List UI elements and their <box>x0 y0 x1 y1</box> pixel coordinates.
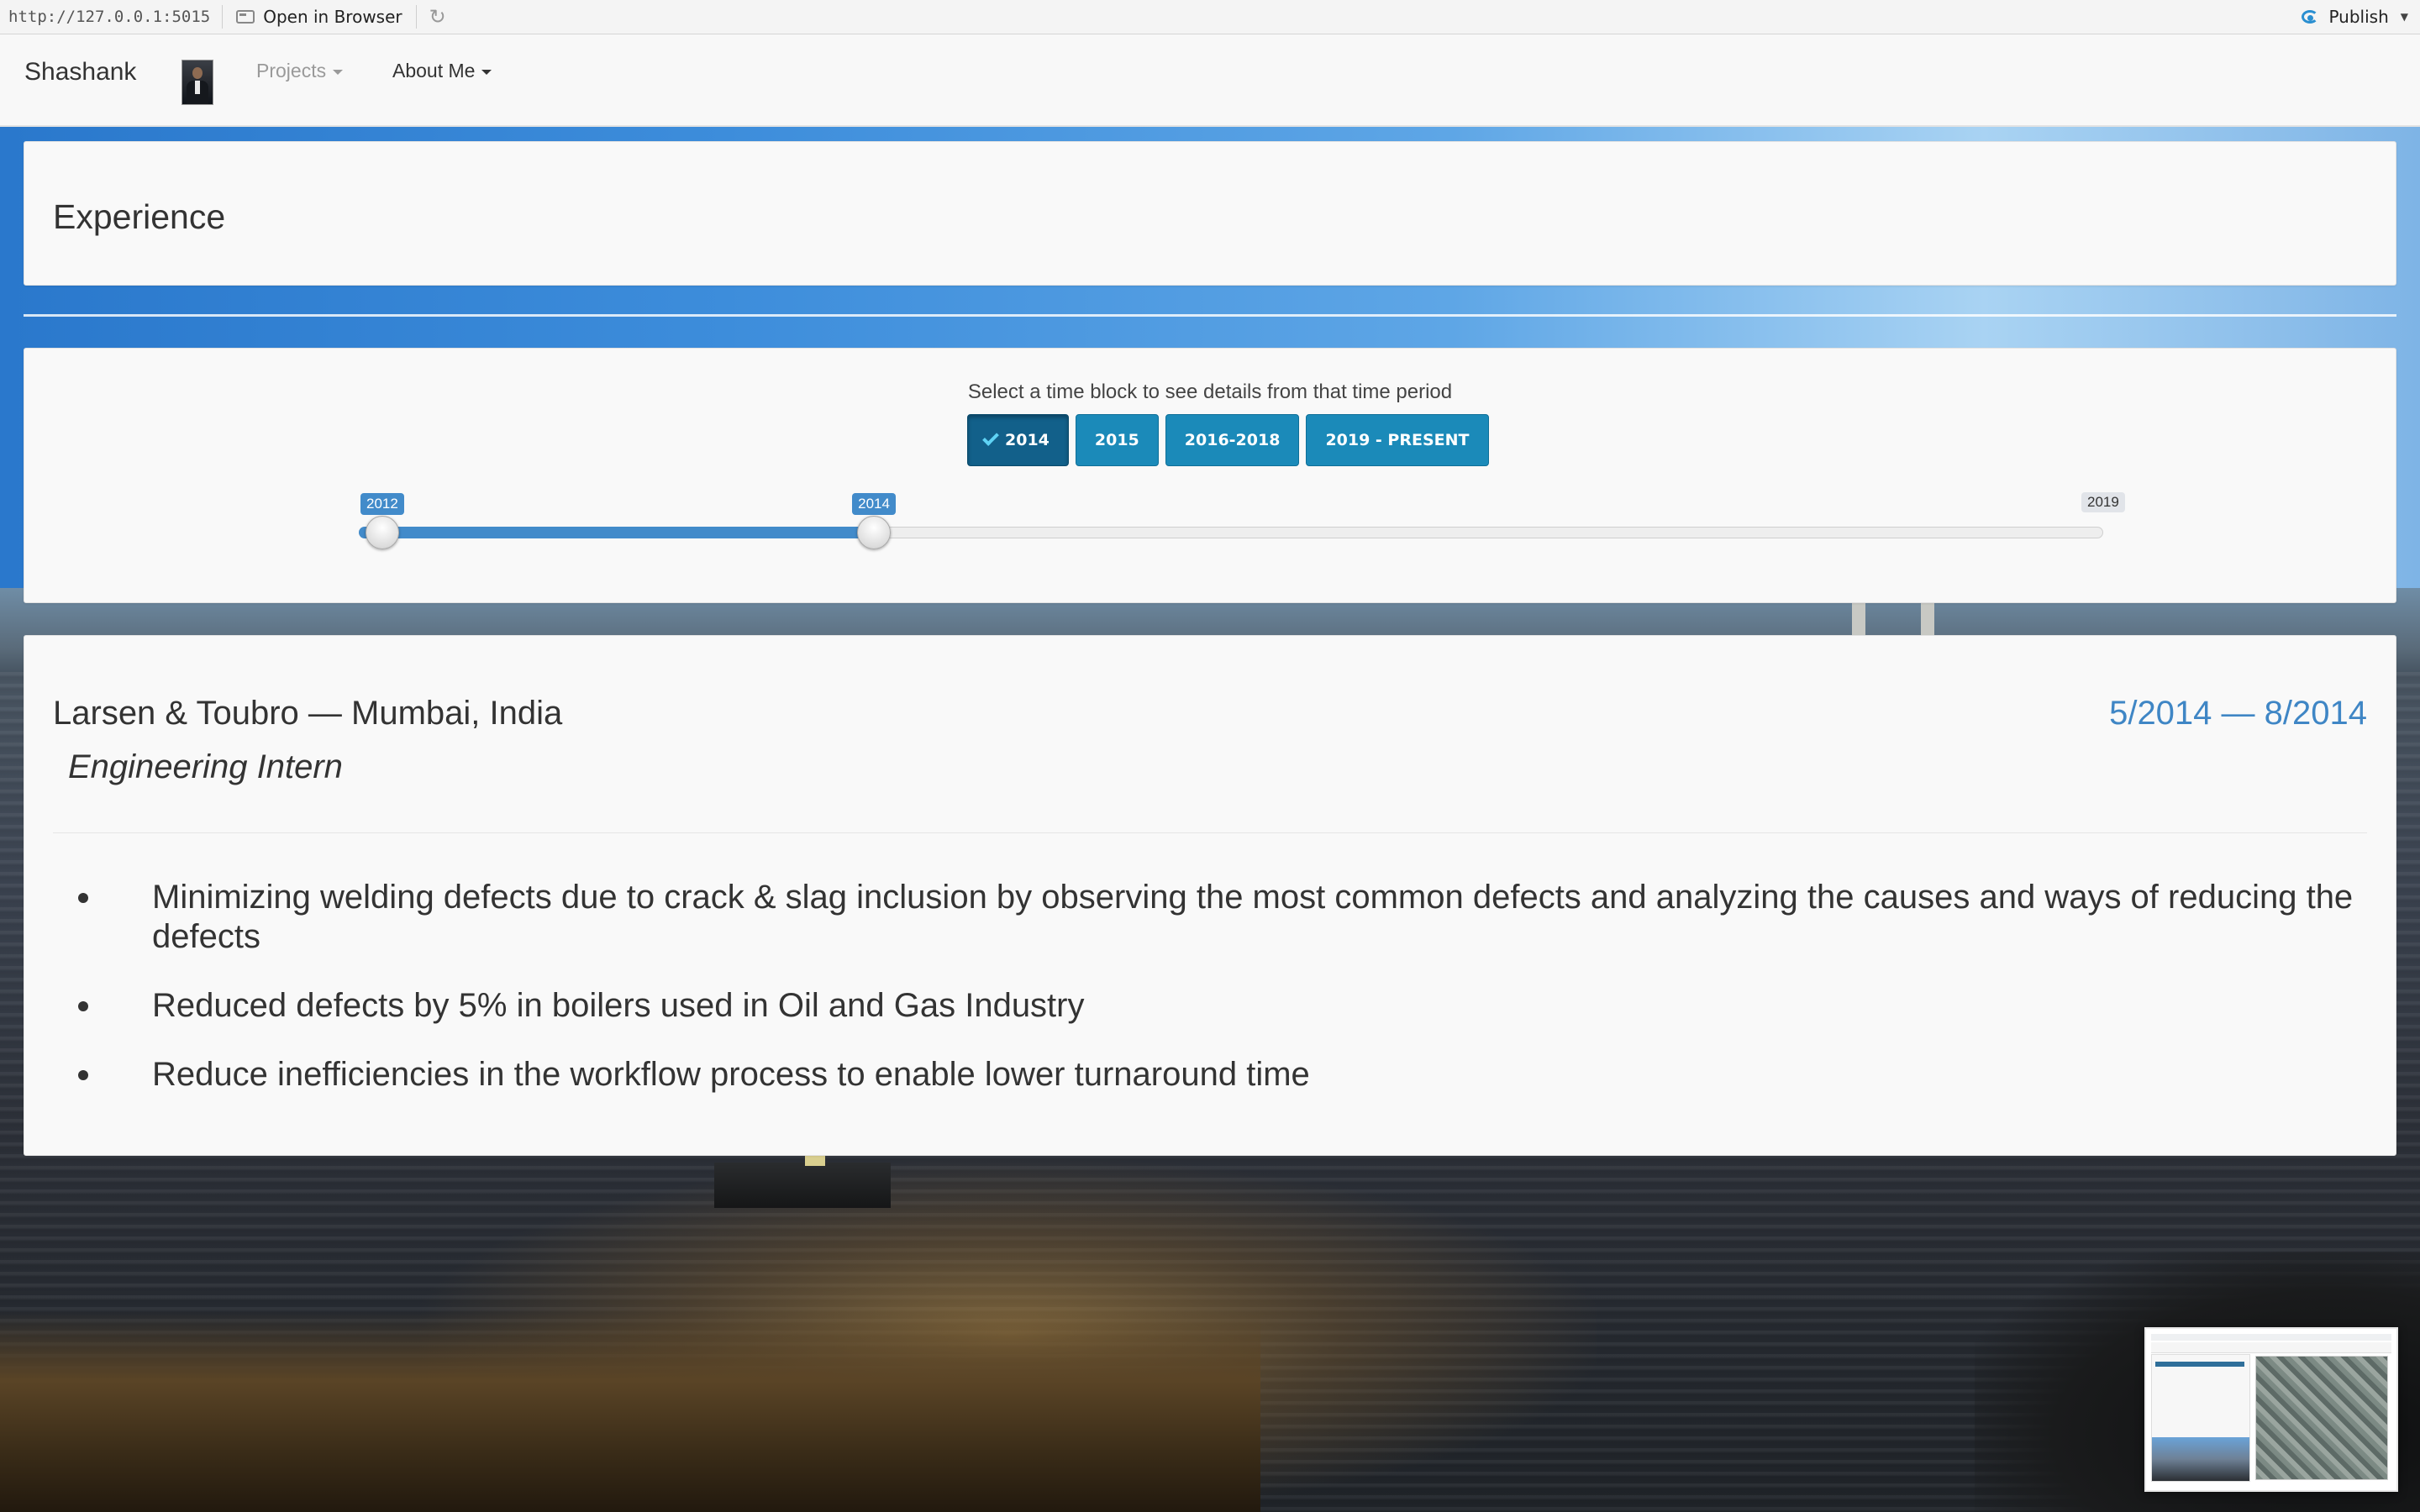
list-item-text: Reduced defects by 5% in boilers used in… <box>152 987 1085 1024</box>
nav-menu-label: Projects <box>256 60 327 81</box>
avatar-head <box>192 67 203 79</box>
year-range-slider: 2012 2014 2019 <box>24 349 2396 602</box>
avatar[interactable] <box>182 60 213 105</box>
bridge-pylon <box>1921 603 1934 637</box>
bullet-icon <box>78 893 88 903</box>
preview-photo <box>2152 1437 2249 1481</box>
preview-thumbnail[interactable] <box>2144 1327 2398 1492</box>
page-title: Experience <box>53 197 226 236</box>
divider <box>24 314 2396 317</box>
list-item: Minimizing welding defects due to crack … <box>53 878 2367 957</box>
slider-max-label: 2019 <box>2081 492 2125 512</box>
open-in-browser-button[interactable]: Open in Browser <box>223 5 417 29</box>
company-heading: Larsen & Toubro — Mumbai, India <box>53 695 563 732</box>
date-range: 5/2014 — 8/2014 <box>2109 695 2367 732</box>
publish-label: Publish <box>2328 7 2389 27</box>
responsibility-list: Minimizing welding defects due to crack … <box>53 878 2367 1124</box>
slider-to-label: 2014 <box>852 493 896 515</box>
controls-panel: Select a time block to see details from … <box>24 348 2396 603</box>
nav-menu-about-me[interactable]: About Me <box>392 60 492 82</box>
preview-left-pane <box>2151 1354 2250 1482</box>
avatar-shirt <box>195 81 200 94</box>
caret-down-icon <box>481 69 492 75</box>
slider-handle-to[interactable] <box>857 516 892 549</box>
chevron-down-icon: ▼ <box>2400 11 2408 23</box>
experience-detail-panel: Larsen & Toubro — Mumbai, India 5/2014 —… <box>24 635 2396 1156</box>
pier <box>714 1163 891 1208</box>
bullet-icon <box>78 1070 88 1080</box>
window-icon <box>236 10 255 24</box>
open-in-browser-label: Open in Browser <box>263 7 402 27</box>
slider-handle-from[interactable] <box>366 516 399 549</box>
caret-down-icon <box>333 69 344 75</box>
list-item-text: Minimizing welding defects due to crack … <box>152 879 2354 955</box>
pier-post <box>805 1154 825 1166</box>
publish-icon <box>2300 8 2322 26</box>
nav-menu-projects[interactable]: Projects <box>256 60 344 82</box>
title-panel: Experience <box>24 141 2396 286</box>
list-item: Reduced defects by 5% in boilers used in… <box>53 986 2367 1026</box>
refresh-icon[interactable]: ↻ <box>427 6 449 28</box>
preview-map-image <box>2255 1356 2388 1480</box>
bullet-icon <box>78 1001 88 1011</box>
list-item: Reduce inefficiencies in the workflow pr… <box>53 1055 2367 1095</box>
preview-toolbar <box>2151 1334 2391 1341</box>
list-item-text: Reduce inefficiencies in the workflow pr… <box>152 1056 1310 1093</box>
section-divider <box>53 832 2367 833</box>
slider-from-label: 2012 <box>360 493 404 515</box>
preview-navbar <box>2151 1342 2391 1353</box>
bridge-pylon <box>1852 603 1865 637</box>
viewer-toolbar: http://127.0.0.1:5015 Open in Browser ↻ … <box>0 0 2420 34</box>
preview-header-strip <box>2155 1362 2244 1367</box>
background-rocks-left <box>0 1310 1260 1512</box>
slider-range-fill <box>359 527 875 538</box>
publish-button[interactable]: Publish ▼ <box>2300 7 2420 27</box>
role-title: Engineering Intern <box>68 748 343 785</box>
brand-link[interactable]: Shashank <box>24 58 136 87</box>
navbar: Shashank Projects About Me <box>0 34 2420 127</box>
nav-menu-label: About Me <box>392 60 476 81</box>
url-text[interactable]: http://127.0.0.1:5015 <box>0 5 224 29</box>
